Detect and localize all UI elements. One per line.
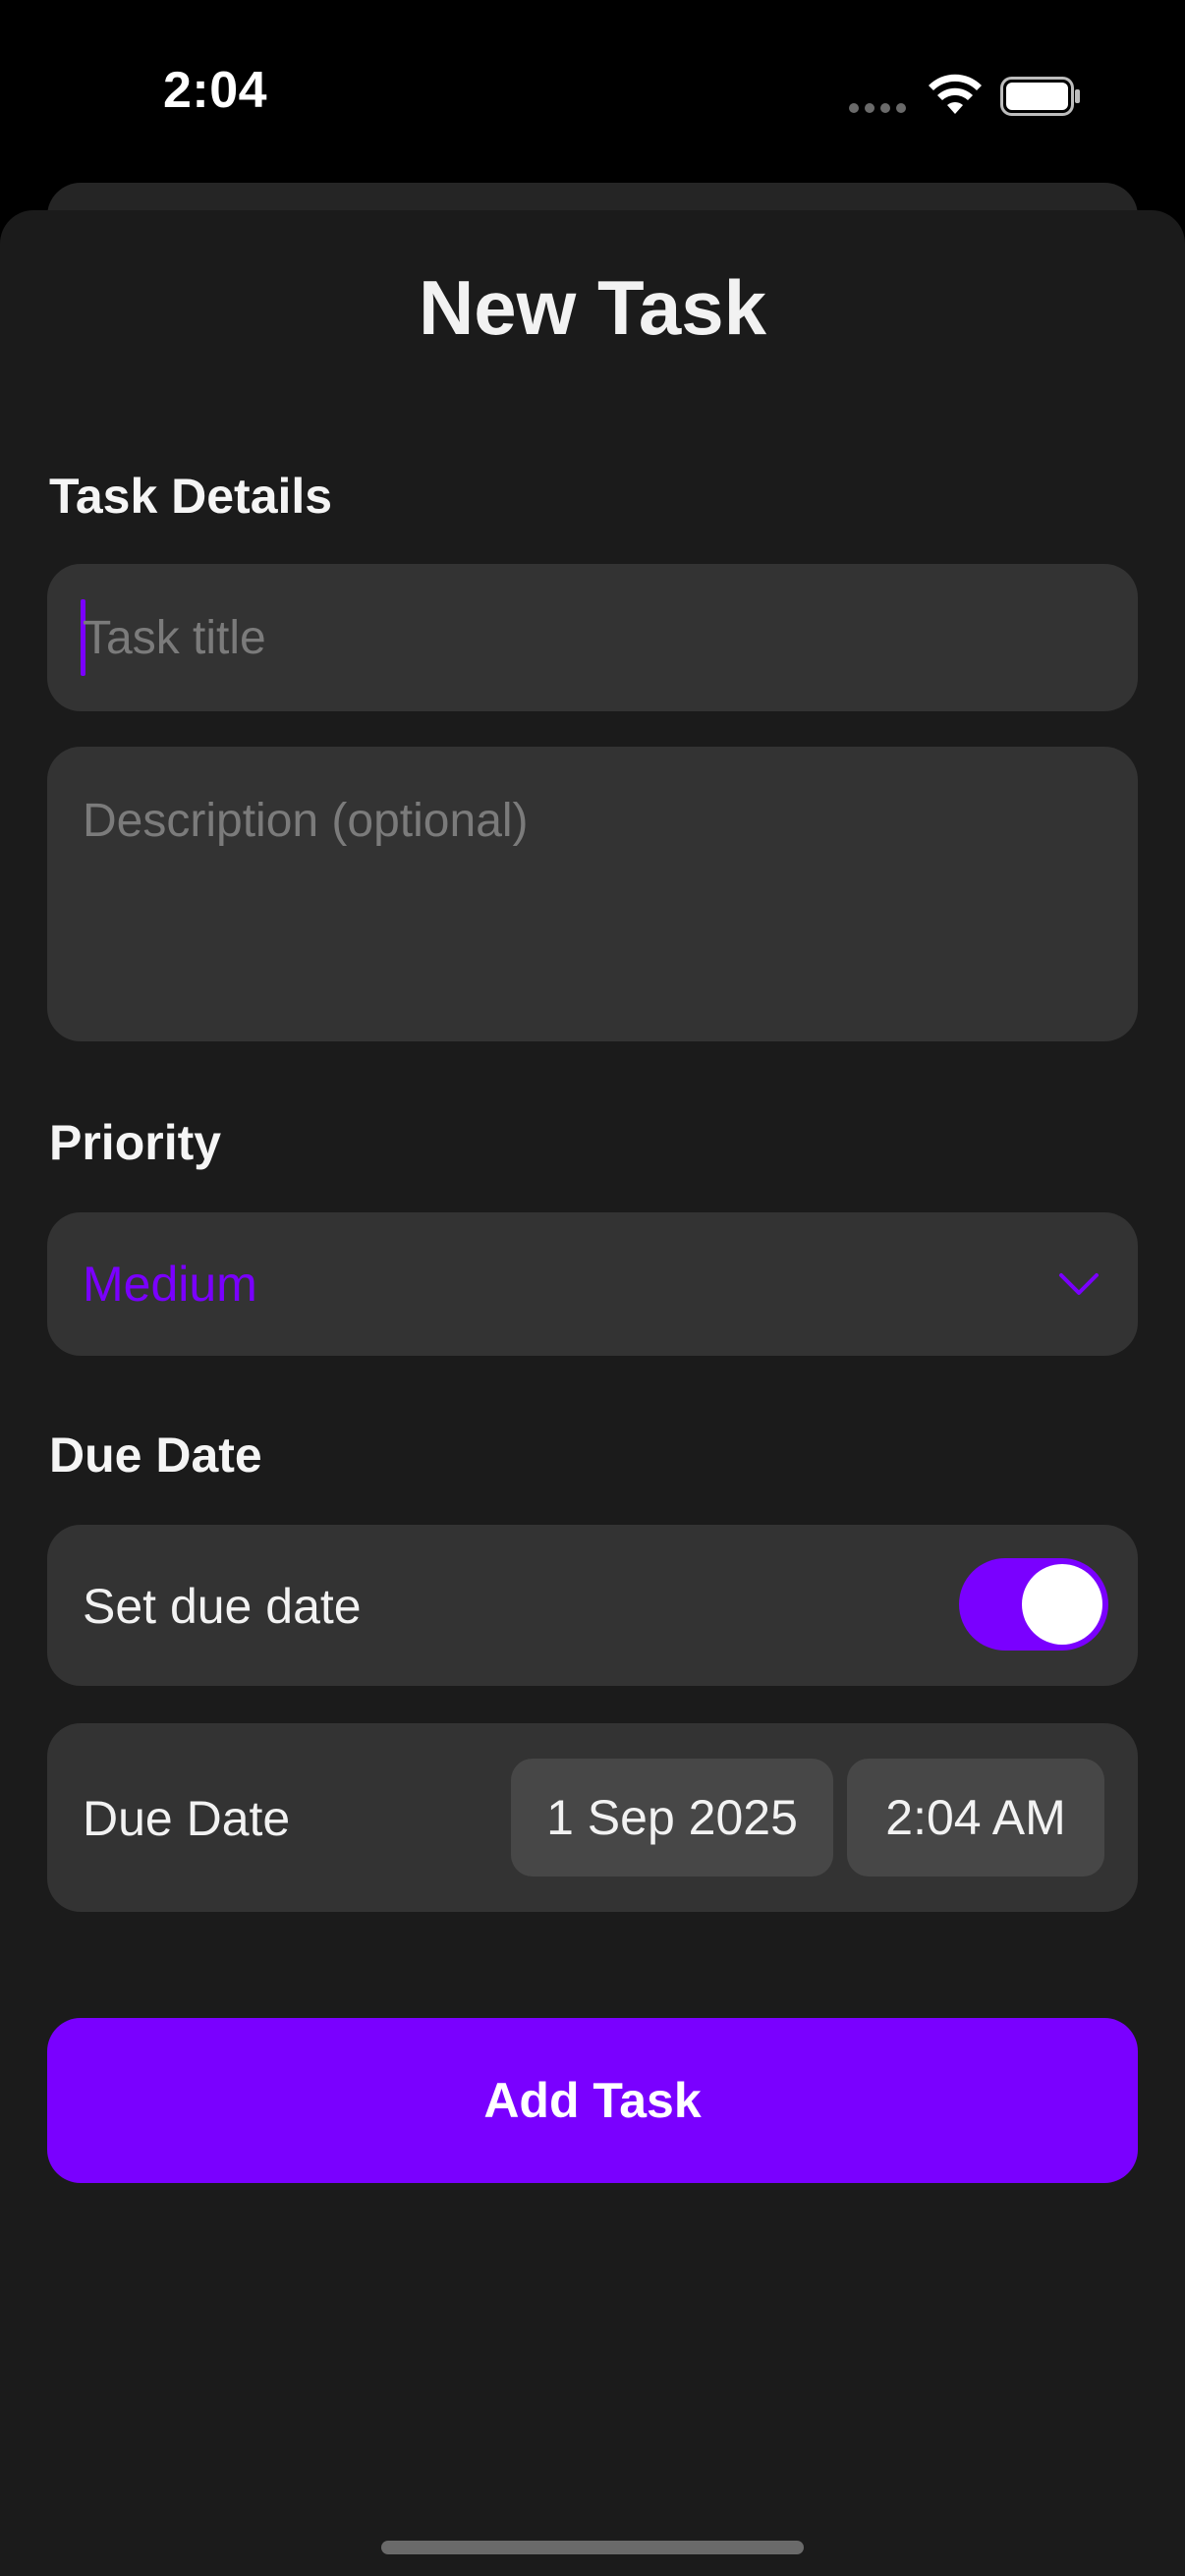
set-due-date-row: Set due date — [47, 1525, 1138, 1686]
chevron-down-icon — [1059, 1273, 1099, 1295]
screen: 2:04 New Task Task Details Task title De… — [0, 0, 1185, 2576]
due-date-row-label: Due Date — [83, 1791, 291, 1846]
cellular-signal-icon — [849, 103, 906, 113]
priority-select[interactable]: Medium — [47, 1212, 1138, 1356]
due-date-toggle[interactable] — [959, 1558, 1108, 1651]
due-date-row: Due Date 1 Sep 2025 2:04 AM — [47, 1723, 1138, 1912]
set-due-date-label: Set due date — [83, 1579, 362, 1634]
date-picker-button[interactable]: 1 Sep 2025 — [511, 1759, 833, 1876]
status-time: 2:04 — [163, 62, 268, 119]
task-details-label: Task Details — [49, 469, 333, 524]
task-title-input[interactable]: Task title — [47, 564, 1138, 711]
due-date-section-label: Due Date — [49, 1428, 262, 1483]
add-task-button[interactable]: Add Task — [47, 2018, 1138, 2183]
priority-selected-value: Medium — [83, 1257, 257, 1312]
home-indicator — [381, 2541, 804, 2554]
priority-label: Priority — [49, 1115, 222, 1170]
battery-icon — [1000, 77, 1080, 116]
description-placeholder: Description (optional) — [83, 795, 529, 847]
time-picker-button[interactable]: 2:04 AM — [847, 1759, 1104, 1876]
description-input[interactable]: Description (optional) — [47, 747, 1138, 1041]
task-title-placeholder: Task title — [83, 612, 266, 664]
toggle-knob — [1022, 1564, 1102, 1645]
sheet-title: New Task — [418, 264, 767, 351]
wifi-icon — [929, 74, 982, 114]
